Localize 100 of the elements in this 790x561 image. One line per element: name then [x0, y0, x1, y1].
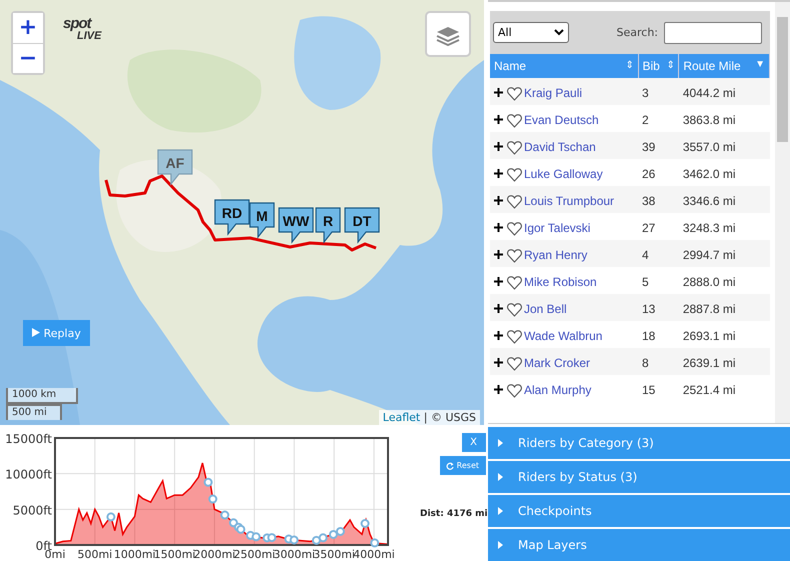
column-header[interactable]: Bib ⇕ [638, 54, 679, 78]
distance-label: Dist: 4176 mi [420, 509, 488, 519]
table-cell: 3248.3 mi [682, 220, 736, 234]
rider-point [370, 538, 380, 548]
table-cell: 4 [642, 248, 649, 262]
rider-point [246, 530, 255, 540]
refresh-icon [446, 462, 454, 470]
table-cell: 2888.0 mi [682, 274, 736, 288]
table-cell: 8 [642, 356, 649, 370]
rider-point [328, 530, 338, 539]
rider-marker: R [315, 207, 341, 244]
heart-icon [507, 384, 522, 398]
table-cell: 3557.0 mi [682, 140, 736, 154]
column-header[interactable]: Name ⇕ [490, 54, 638, 78]
table-cell: 2887.8 mi [682, 302, 736, 316]
layers-button[interactable] [425, 11, 471, 57]
rider-point [360, 519, 370, 528]
rider-point [318, 533, 328, 542]
plus-icon [494, 88, 503, 98]
attribution-text: | © USGS [422, 411, 476, 424]
heart-icon [507, 168, 522, 182]
axis-label: 1500mi [154, 548, 196, 561]
table-cell: 4044.2 mi [682, 86, 736, 100]
table-cell: 2994.7 mi [682, 248, 736, 262]
rider-point [336, 527, 345, 536]
axis-label: 500mi [77, 548, 112, 561]
sort-icon[interactable]: ⇕ [626, 59, 634, 71]
attribution-link[interactable]: Leaflet [382, 411, 420, 424]
zoom-out-button[interactable]: − [13, 43, 43, 73]
rider-link[interactable]: Luke Galloway [524, 166, 603, 181]
table-cell: 2693.1 mi [682, 328, 736, 342]
rider-point [267, 533, 276, 542]
heart-icon [507, 303, 522, 318]
rider-link[interactable]: Igor Talevski [524, 220, 590, 235]
table-cell: 2639.1 mi [682, 356, 736, 370]
heart-icon [507, 114, 522, 128]
rider-point [204, 478, 213, 487]
rider-marker: DT [344, 207, 380, 244]
table-cell: 2521.4 mi [682, 382, 736, 396]
plus-icon [494, 331, 503, 340]
filter-select[interactable]: All [493, 22, 569, 43]
rider-point [290, 535, 299, 544]
plus-icon [494, 277, 503, 286]
axis-label: 1000mi [114, 548, 156, 561]
plus-icon [494, 358, 503, 368]
heart-icon [507, 357, 522, 372]
plus-icon [494, 115, 503, 124]
plus-icon [494, 169, 503, 178]
table-cell: 18 [642, 328, 656, 342]
table-cell: 3346.6 mi [682, 194, 736, 208]
logo-text: LIVE [77, 31, 102, 42]
axis-label: 15000ft [5, 432, 52, 446]
rider-link[interactable]: Mike Robison [524, 274, 597, 289]
scale-bar: 500 mi [6, 404, 62, 420]
axis-label: 3500mi [313, 548, 355, 561]
table-cell: 3462.0 mi [682, 166, 736, 180]
column-header[interactable]: Route Mile ▼ [678, 54, 770, 78]
rider-link[interactable]: Wade Walbrun [524, 328, 602, 343]
table-cell: 15 [642, 382, 656, 396]
rider-point [106, 512, 116, 522]
rider-link[interactable]: Evan Deutsch [524, 112, 599, 127]
search-label: Search: [616, 26, 658, 39]
plus-icon [494, 142, 503, 152]
table-cell: 3863.8 mi [682, 112, 736, 126]
rider-marker: M [249, 202, 275, 239]
rider-marker: AF [157, 149, 193, 186]
search-field[interactable] [664, 22, 762, 44]
rider-point [220, 510, 230, 520]
table-cell: 27 [642, 220, 656, 234]
axis-label: 10000ft [5, 468, 52, 482]
heart-icon [507, 222, 522, 236]
plus-icon [494, 385, 503, 394]
heart-icon [507, 87, 522, 102]
caret-icon [498, 507, 504, 515]
caret-icon [498, 541, 504, 549]
plus-icon [494, 223, 503, 232]
rider-link[interactable]: Alan Murphy [524, 382, 592, 397]
rider-point [252, 532, 261, 542]
sort-icon[interactable]: ⇕ [666, 59, 674, 71]
heart-icon [507, 249, 522, 264]
rider-point [312, 536, 321, 545]
table-cell: 5 [642, 274, 649, 288]
scrollbar-thumb[interactable] [777, 17, 788, 142]
rider-link[interactable]: Jon Bell [524, 302, 567, 316]
logo-text: spot [63, 16, 92, 31]
caret-icon [498, 439, 504, 447]
rider-marker: RD [214, 199, 250, 236]
chevron-icon [554, 29, 564, 36]
scrollbar[interactable] [775, 2, 790, 423]
axis-label: 3000mi [273, 548, 316, 561]
table-cell: 38 [642, 194, 656, 208]
rider-marker: WW [278, 207, 314, 244]
table-cell: 3 [642, 86, 649, 100]
table-cell: 39 [642, 140, 656, 154]
plus-icon [494, 250, 503, 260]
sort-icon[interactable]: ▼ [755, 59, 765, 70]
axis-label: 5000ft [12, 503, 52, 518]
axis-label: 2000mi [194, 548, 236, 561]
caret-icon [498, 473, 504, 481]
table-cell: 13 [642, 302, 656, 316]
